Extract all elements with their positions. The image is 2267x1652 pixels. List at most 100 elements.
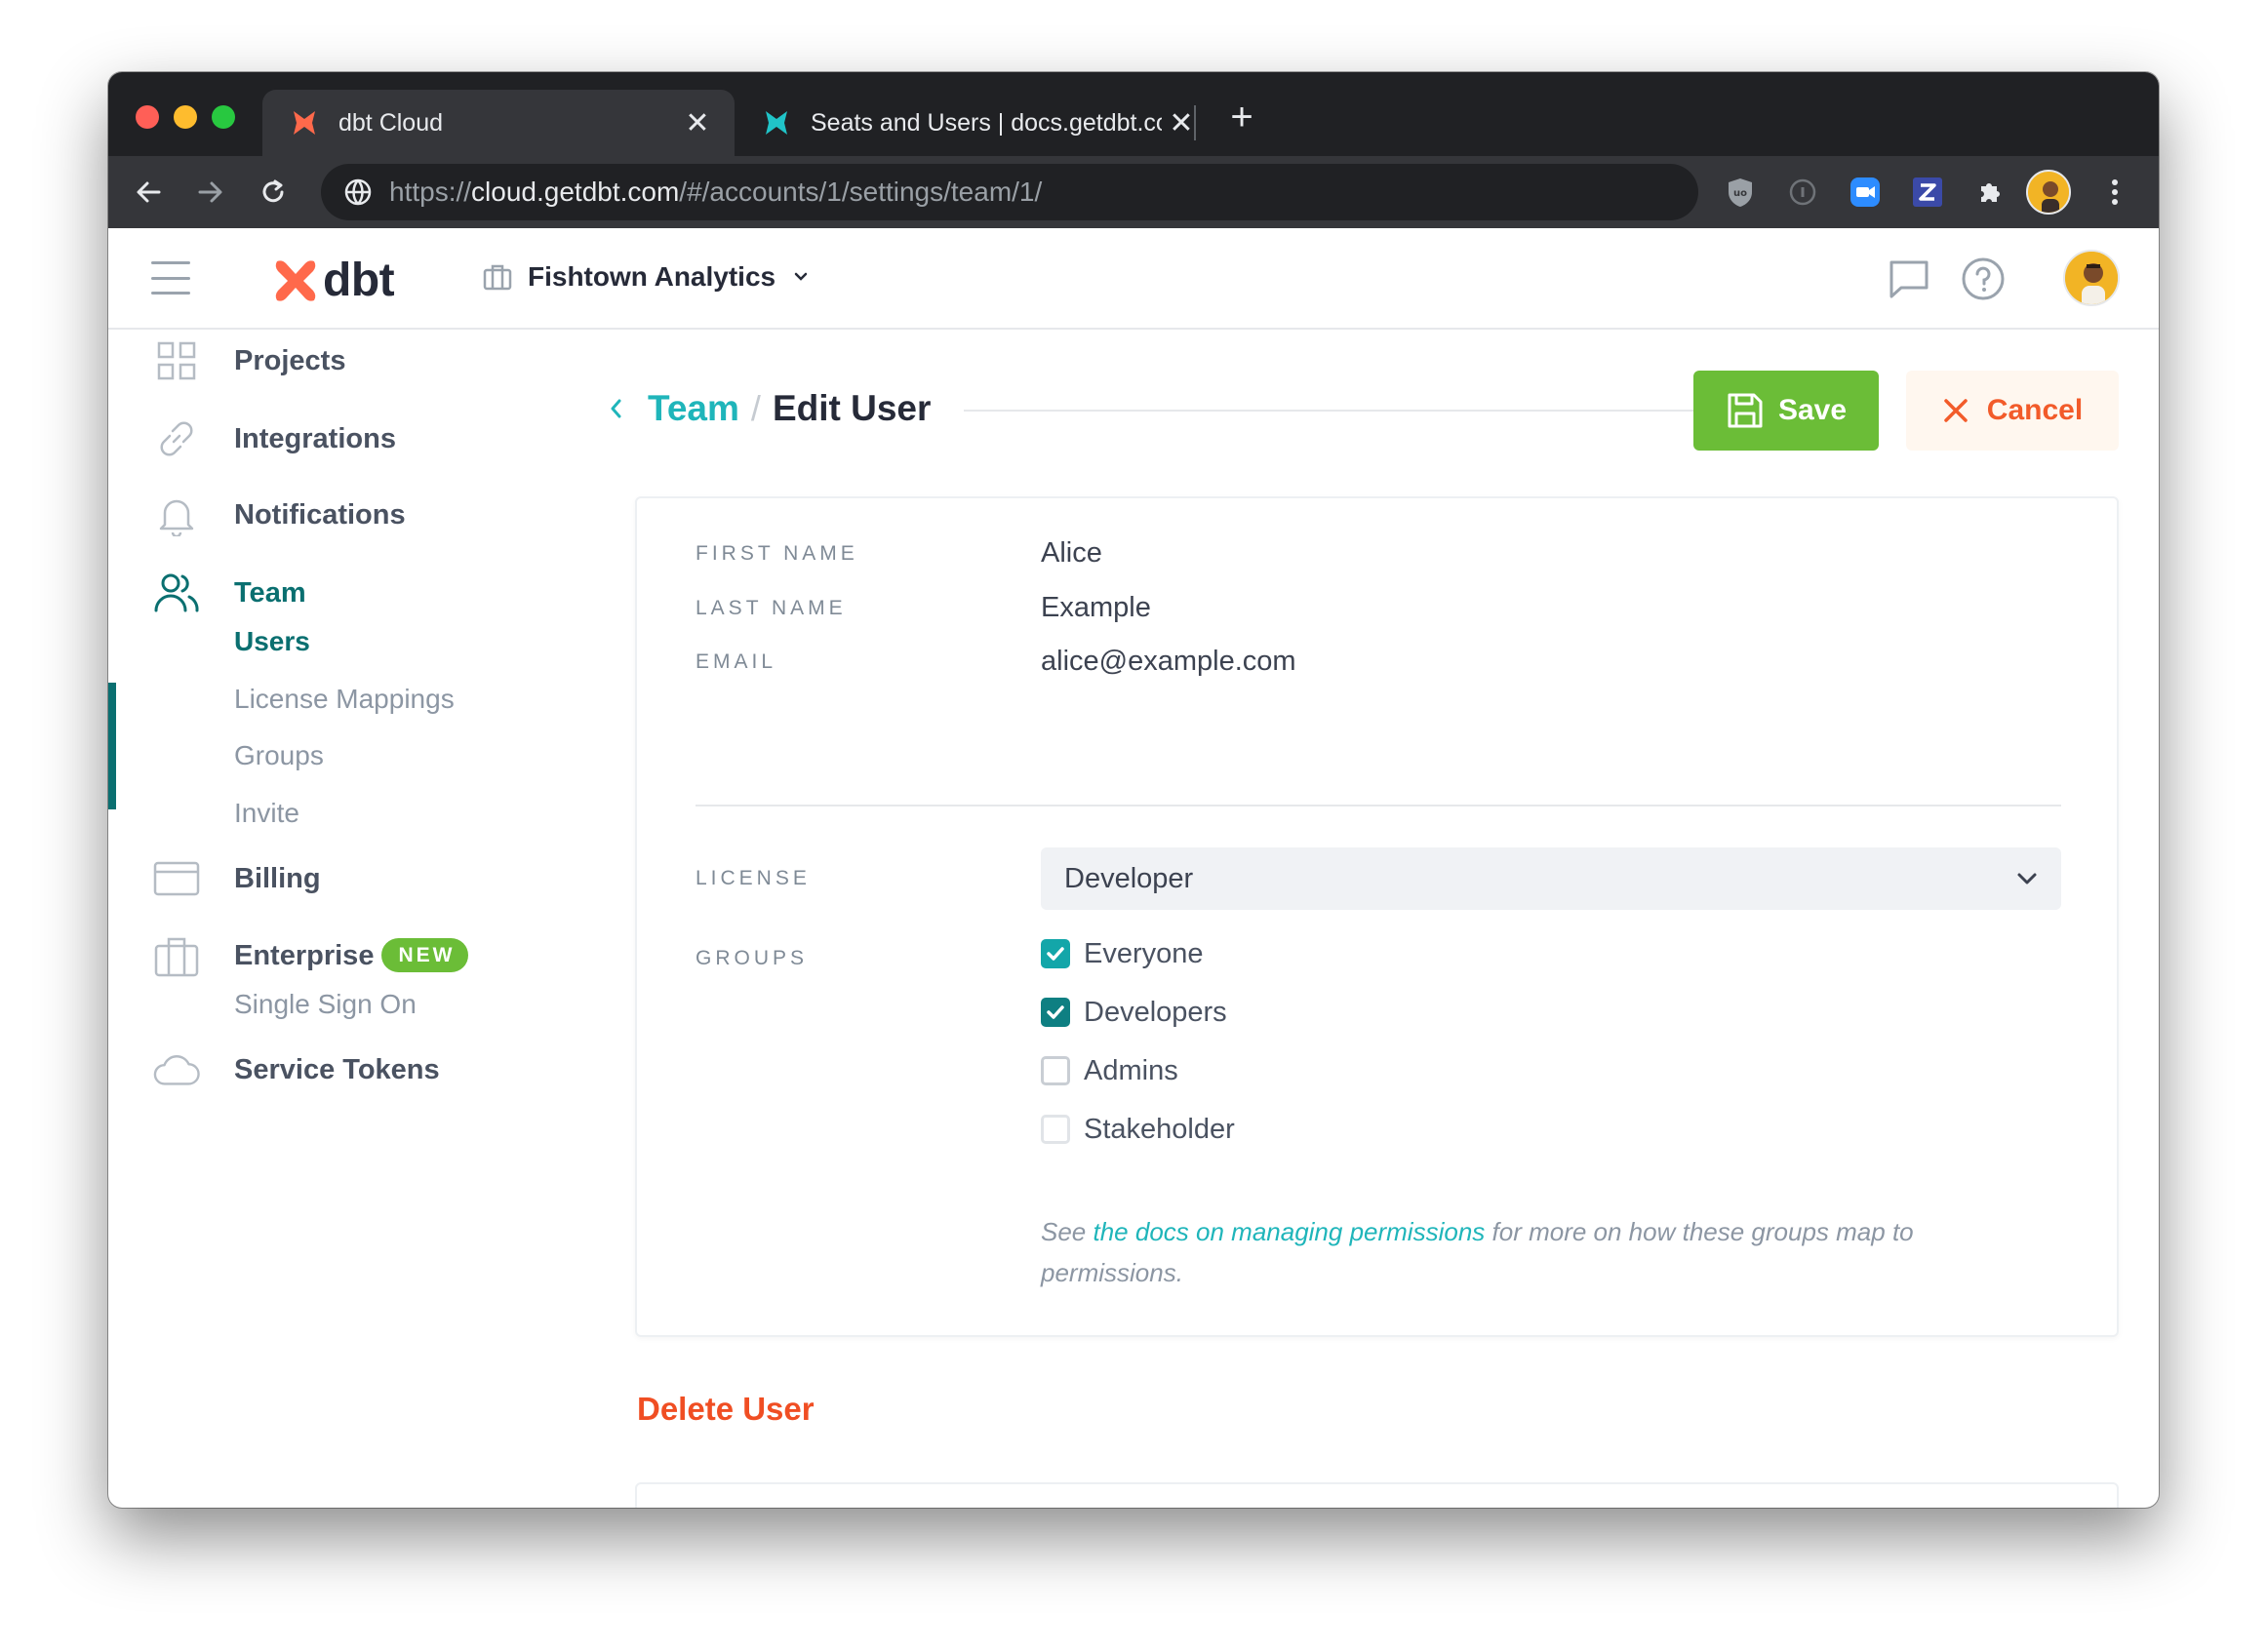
permissions-help-text: See the docs on managing permissions for… [1041,1217,1914,1287]
tab-close-icon[interactable]: ✕ [678,106,717,140]
sidebar-item-label: Service Tokens [234,1053,440,1085]
breadcrumb-rule [964,410,1762,412]
sidebar-item-label: Enterprise NEW [234,937,469,974]
bell-icon [153,492,200,538]
svg-text:uo: uo [1733,188,1747,199]
tab-title: Seats and Users | docs.getdbt.com [811,108,1162,137]
info-extension-icon[interactable] [1782,172,1823,213]
group-checkbox-everyone[interactable]: Everyone [1041,934,1204,973]
group-checkbox-developers[interactable]: Developers [1041,993,1227,1032]
globe-icon [344,178,372,206]
section-divider [696,805,2061,806]
sidebar-item-enterprise[interactable]: Enterprise NEW [108,927,557,986]
sidebar-subitem-license-mappings[interactable]: License Mappings [234,684,455,715]
dbt-docs-favicon-icon [766,111,787,135]
chat-bubble-icon[interactable] [1886,256,1932,302]
chevron-down-icon [2017,873,2037,885]
checkbox-checked[interactable] [1041,939,1070,968]
cloud-icon [153,1046,200,1093]
dbt-favicon-icon [294,111,315,135]
org-switcher[interactable]: Fishtown Analytics [483,261,809,293]
page-title: Edit User [772,388,932,428]
browser-window: dbt Cloud ✕ Seats and Users | docs.getdb… [108,72,2159,1508]
sidebar-item-label: Billing [234,862,321,894]
last-name-label: LAST NAME [696,597,847,619]
sidebar-item-notifications[interactable]: Notifications [108,486,557,544]
browser-toolbar: https://cloud.getdbt.com/#/accounts/1/se… [108,156,2159,228]
checkbox-unchecked[interactable] [1041,1056,1070,1085]
email-label: EMAIL [696,650,777,673]
active-indicator [108,683,116,809]
groups-label: GROUPS [696,947,809,969]
checkbox-checked[interactable] [1041,998,1070,1027]
save-button[interactable]: Save [1693,371,1879,451]
chevron-left-icon[interactable] [601,394,630,423]
license-label: LICENSE [696,867,811,889]
sidebar-subitem-invite[interactable]: Invite [234,798,299,829]
sidebar-subitem-groups[interactable]: Groups [234,740,324,771]
sidebar: Projects Integrations Notifications Team… [108,332,557,1508]
email-value: alice@example.com [1041,646,1296,677]
sidebar-item-billing[interactable]: Billing [108,849,557,908]
browser-menu-icon[interactable] [2094,172,2135,213]
group-label: Stakeholder [1084,1113,1235,1145]
new-badge: NEW [381,937,469,972]
check-icon [1047,947,1064,961]
app-header: dbt Fishtown Analytics [108,228,2159,330]
last-name-value: Example [1041,592,1151,623]
sidebar-item-team[interactable]: Team [108,564,557,622]
group-label: Admins [1084,1054,1178,1086]
checkbox-unchecked[interactable] [1041,1115,1070,1144]
breadcrumb-team-link[interactable]: Team [648,388,739,429]
help-icon[interactable] [1960,256,2007,302]
browser-tab-dbt-cloud[interactable]: dbt Cloud ✕ [262,90,735,156]
dbt-logo[interactable]: dbt [272,254,395,307]
sidebar-item-label: Team [234,576,306,609]
briefcase-icon [153,933,200,980]
window-minimize-button[interactable] [174,105,197,129]
cancel-button[interactable]: Cancel [1906,371,2119,451]
license-select[interactable]: Developer [1041,847,2061,910]
window-zoom-button[interactable] [212,105,235,129]
sidebar-item-label: Notifications [234,498,406,531]
delete-user-card [635,1482,2119,1508]
permissions-docs-link[interactable]: the docs on managing permissions [1094,1217,1486,1246]
sidebar-item-projects[interactable]: Projects [108,332,557,390]
tab-separator [1194,105,1196,140]
address-bar[interactable]: https://cloud.getdbt.com/#/accounts/1/se… [321,164,1698,220]
browser-profile-avatar[interactable] [2026,170,2071,215]
zoom-extension-icon[interactable] [1845,172,1886,213]
new-tab-icon[interactable]: + [1220,96,1263,139]
puzzle-extensions-icon[interactable] [1969,172,2010,213]
link-icon [153,415,200,462]
reload-icon[interactable] [251,170,296,215]
user-details-card: FIRST NAME Alice LAST NAME Example EMAIL… [635,496,2119,1337]
user-avatar[interactable] [2063,250,2120,306]
delete-user-heading: Delete User [637,1391,815,1427]
group-checkbox-stakeholder[interactable]: Stakeholder [1041,1110,1235,1149]
group-label: Developers [1084,996,1227,1028]
hamburger-menu-icon[interactable] [151,261,190,295]
first-name-value: Alice [1041,537,1102,569]
z-extension-icon[interactable] [1907,172,1948,213]
window-close-button[interactable] [136,105,159,129]
sidebar-item-service-tokens[interactable]: Service Tokens [108,1041,557,1099]
group-checkbox-admins[interactable]: Admins [1041,1051,1178,1090]
check-icon [1047,1005,1064,1019]
breadcrumb: Team / Edit User [601,379,931,438]
users-icon [153,570,200,616]
dbt-logo-icon [275,259,316,301]
save-label: Save [1777,394,1848,426]
first-name-label: FIRST NAME [696,542,858,565]
credit-card-icon [153,855,200,902]
chevron-down-icon [794,272,808,281]
browser-tab-docs[interactable]: Seats and Users | docs.getdbt.com ✕ [735,90,1300,156]
group-label: Everyone [1084,937,1204,969]
sidebar-subitem-users[interactable]: Users [234,626,310,657]
grid-icon [153,337,200,384]
sidebar-subitem-single-sign-on[interactable]: Single Sign On [234,989,417,1020]
forward-arrow-icon[interactable] [188,170,233,215]
back-arrow-icon[interactable] [126,170,171,215]
ublock-extension-icon[interactable]: uo [1720,172,1761,213]
sidebar-item-integrations[interactable]: Integrations [108,410,557,468]
